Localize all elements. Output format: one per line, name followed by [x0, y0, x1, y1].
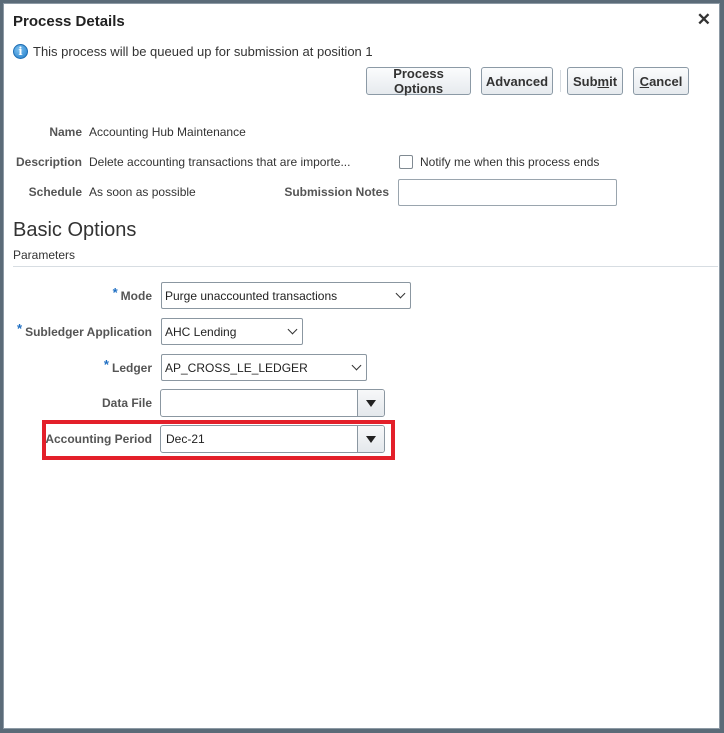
required-asterisk: *: [17, 321, 23, 336]
submit-button[interactable]: Sub m it: [567, 67, 623, 95]
required-asterisk: *: [103, 357, 109, 372]
data-file-dropdown-button[interactable]: [357, 390, 384, 416]
name-label: Name: [49, 125, 82, 139]
description-value: Delete accounting transactions that are …: [89, 155, 351, 169]
cancel-label-post: ancel: [649, 73, 683, 89]
cancel-mnemonic: C: [639, 73, 650, 89]
advanced-button[interactable]: Advanced: [481, 67, 553, 95]
submit-label-post: it: [609, 73, 618, 89]
close-icon[interactable]: ✕: [697, 11, 711, 28]
submission-notes-label: Submission Notes: [284, 185, 389, 199]
chevron-down-icon: [395, 288, 406, 299]
parameters-subheading: Parameters: [13, 248, 76, 262]
chevron-down-icon: [351, 360, 362, 371]
schedule-label: Schedule: [28, 185, 82, 199]
subledger-application-label: * Subledger Application: [17, 321, 152, 339]
mode-label: * Mode: [112, 285, 152, 303]
subledger-application-select[interactable]: AHC Lending: [161, 318, 303, 345]
process-options-button[interactable]: Process Options: [366, 66, 471, 96]
ledger-value: AP_CROSS_LE_LEDGER: [165, 360, 308, 375]
dialog-title: Process Details: [13, 13, 125, 30]
cancel-button[interactable]: Cancel: [633, 67, 689, 95]
ledger-select[interactable]: AP_CROSS_LE_LEDGER: [161, 354, 367, 381]
subledger-application-label-text: Subledger Application: [25, 325, 152, 339]
info-icon: i: [13, 44, 28, 59]
section-divider: [13, 266, 718, 267]
mode-value: Purge unaccounted transactions: [165, 288, 338, 303]
submission-notes-input[interactable]: [398, 179, 617, 206]
dropdown-triangle-icon: [366, 399, 376, 407]
subledger-application-value: AHC Lending: [165, 324, 237, 339]
name-value: Accounting Hub Maintenance: [89, 125, 246, 139]
description-label: Description: [15, 155, 82, 169]
ledger-label: * Ledger: [103, 357, 152, 375]
submit-mnemonic: m: [597, 73, 610, 89]
data-file-label: Data File: [101, 396, 152, 410]
basic-options-heading: Basic Options: [13, 219, 137, 241]
ledger-label-text: Ledger: [111, 361, 152, 375]
accounting-period-highlight-box: [42, 420, 395, 460]
notify-label: Notify me when this process ends: [420, 155, 600, 169]
submit-label-pre: Sub: [572, 73, 598, 89]
process-details-dialog: Process Details ✕ i This process will be…: [3, 3, 720, 729]
info-message: i This process will be queued up for sub…: [13, 44, 373, 59]
chevron-down-icon: [287, 324, 298, 335]
required-asterisk: *: [112, 285, 118, 300]
mode-label-text: Mode: [120, 289, 152, 303]
notify-checkbox[interactable]: [399, 155, 413, 169]
schedule-value: As soon as possible: [89, 185, 196, 199]
data-file-combobox[interactable]: [160, 389, 385, 417]
toolbar-separator: [560, 70, 561, 92]
info-message-text: This process will be queued up for submi…: [33, 44, 373, 59]
mode-select[interactable]: Purge unaccounted transactions: [161, 282, 411, 309]
